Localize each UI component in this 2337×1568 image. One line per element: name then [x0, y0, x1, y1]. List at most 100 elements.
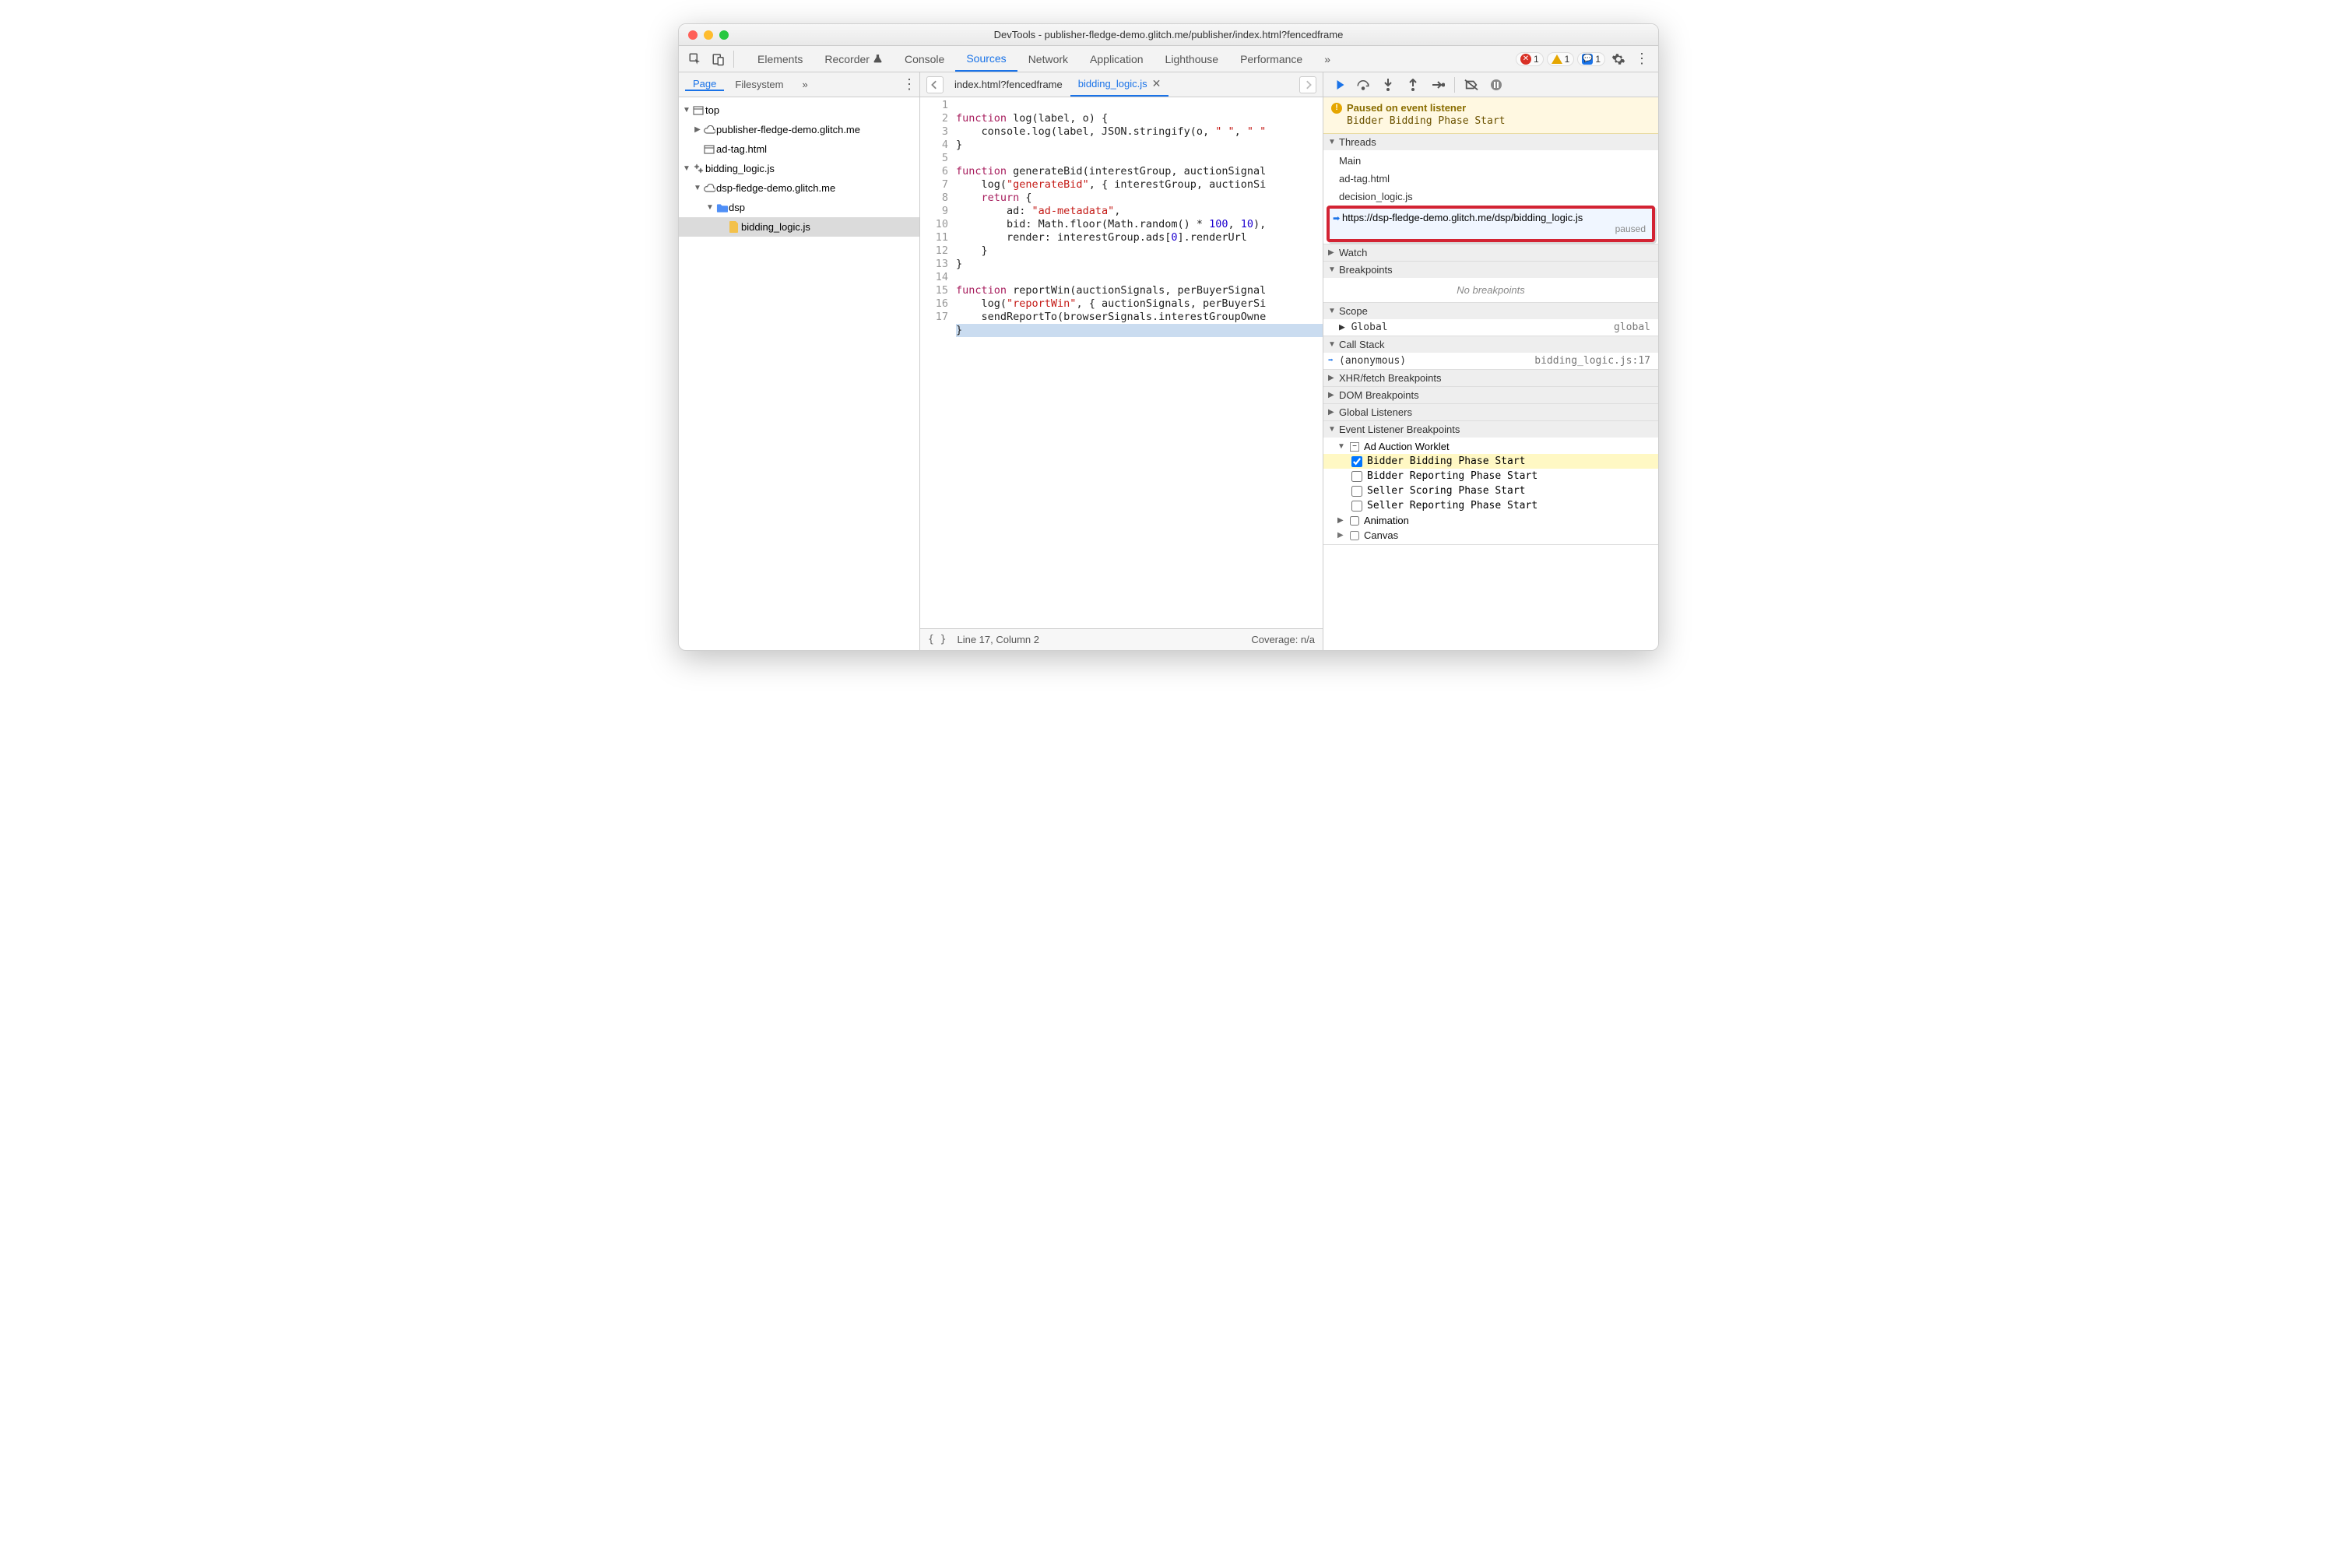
thread-adtag[interactable]: ad-tag.html: [1323, 170, 1658, 188]
thread-active-highlighted[interactable]: https://dsp-fledge-demo.glitch.me/dsp/bi…: [1327, 206, 1655, 242]
navigator-tab-page[interactable]: Page: [685, 78, 724, 91]
elb-cat-animation-checkbox[interactable]: [1350, 516, 1359, 526]
scope-global-right: global: [1614, 322, 1650, 333]
nav-forward-icon[interactable]: [1299, 76, 1316, 93]
elb-item-1[interactable]: Bidder Reporting Phase Start: [1323, 469, 1658, 483]
elb-checkbox[interactable]: [1351, 486, 1362, 497]
section-dom-bp-header[interactable]: ▶DOM Breakpoints: [1323, 387, 1658, 403]
deactivate-breakpoints-icon[interactable]: [1463, 76, 1480, 93]
issues-badge[interactable]: 💬1: [1577, 52, 1605, 66]
navigator-tabs: Page Filesystem » ⋮: [679, 72, 920, 97]
file-tab-bidding[interactable]: bidding_logic.js ✕: [1070, 72, 1169, 97]
navigator-tab-filesystem[interactable]: Filesystem: [727, 79, 791, 90]
debugger-toolbar: [1323, 72, 1658, 97]
tab-performance[interactable]: Performance: [1229, 46, 1313, 72]
elb-cat-canvas[interactable]: ▶ Canvas: [1323, 528, 1658, 543]
tree-toggle-icon[interactable]: ▶: [693, 125, 702, 134]
tree-item-2[interactable]: ad-tag.html: [679, 139, 919, 159]
thread-main[interactable]: Main: [1323, 152, 1658, 170]
window-title: DevTools - publisher-fledge-demo.glitch.…: [679, 29, 1658, 40]
step-over-icon[interactable]: [1355, 76, 1372, 93]
section-watch-title: Watch: [1339, 247, 1367, 258]
section-callstack-header[interactable]: ▼Call Stack: [1323, 336, 1658, 353]
file-tab-bidding-label: bidding_logic.js: [1078, 78, 1147, 90]
tab-sources[interactable]: Sources: [955, 46, 1017, 72]
elb-item-label: Seller Scoring Phase Start: [1367, 485, 1526, 497]
tree-item-0[interactable]: ▼top: [679, 100, 919, 120]
tree-item-4[interactable]: ▼dsp-fledge-demo.glitch.me: [679, 178, 919, 198]
pause-on-exceptions-icon[interactable]: [1488, 76, 1505, 93]
inspect-element-icon[interactable]: [684, 49, 707, 69]
section-xhr-bp-header[interactable]: ▶XHR/fetch Breakpoints: [1323, 370, 1658, 386]
tab-console[interactable]: Console: [894, 46, 955, 72]
tree-item-6[interactable]: bidding_logic.js: [679, 217, 919, 237]
section-xhr-bp-title: XHR/fetch Breakpoints: [1339, 372, 1442, 384]
elb-item-0[interactable]: Bidder Bidding Phase Start: [1323, 454, 1658, 469]
section-threads-header[interactable]: ▼Threads: [1323, 134, 1658, 150]
device-toolbar-icon[interactable]: [707, 49, 730, 69]
warnings-count: 1: [1565, 54, 1570, 65]
pause-banner: !Paused on event listener Bidder Bidding…: [1323, 97, 1658, 134]
step-out-icon[interactable]: [1404, 76, 1422, 93]
section-global-listeners-header[interactable]: ▶Global Listeners: [1323, 404, 1658, 420]
elb-item-3[interactable]: Seller Reporting Phase Start: [1323, 498, 1658, 513]
elb-item-label: Bidder Reporting Phase Start: [1367, 470, 1538, 482]
indeterminate-checkbox-icon[interactable]: −: [1350, 442, 1359, 452]
tree-toggle-icon[interactable]: ▼: [705, 203, 715, 212]
tab-network[interactable]: Network: [1017, 46, 1079, 72]
file-tab-index[interactable]: index.html?fencedframe: [947, 72, 1070, 97]
elb-item-label: Seller Reporting Phase Start: [1367, 500, 1538, 512]
nav-back-icon[interactable]: [926, 76, 944, 93]
elb-cat-canvas-checkbox[interactable]: [1350, 531, 1359, 540]
elb-cat-adauction[interactable]: ▼ − Ad Auction Worklet: [1323, 439, 1658, 454]
maximize-window-button[interactable]: [719, 30, 729, 40]
tree-item-3[interactable]: ▼bidding_logic.js: [679, 159, 919, 178]
tab-elements[interactable]: Elements: [747, 46, 814, 72]
elb-checkbox[interactable]: [1351, 456, 1362, 467]
elb-checkbox[interactable]: [1351, 471, 1362, 482]
tree-toggle-icon[interactable]: ▼: [682, 106, 691, 114]
warnings-badge[interactable]: 1: [1547, 52, 1575, 66]
errors-badge[interactable]: ✕1: [1516, 52, 1544, 66]
format-icon[interactable]: { }: [928, 634, 946, 645]
elb-checkbox[interactable]: [1351, 501, 1362, 512]
scope-global-row[interactable]: ▶ Global global: [1323, 319, 1658, 336]
elb-item-2[interactable]: Seller Scoring Phase Start: [1323, 483, 1658, 498]
tree-toggle-icon[interactable]: ▼: [682, 164, 691, 173]
code-editor[interactable]: 1234567891011121314151617 function log(l…: [920, 97, 1323, 628]
tree-item-5[interactable]: ▼dsp: [679, 198, 919, 217]
thread-active-status: paused: [1342, 223, 1646, 234]
step-icon[interactable]: [1429, 76, 1446, 93]
tab-lighthouse[interactable]: Lighthouse: [1154, 46, 1230, 72]
step-into-icon[interactable]: [1379, 76, 1397, 93]
section-breakpoints: ▼Breakpoints No breakpoints: [1323, 262, 1658, 303]
tree-toggle-icon[interactable]: ▼: [693, 184, 702, 192]
section-watch-header[interactable]: ▶Watch: [1323, 244, 1658, 261]
elb-cat-canvas-label: Canvas: [1364, 529, 1398, 541]
section-elb-header[interactable]: ▼Event Listener Breakpoints: [1323, 421, 1658, 438]
settings-icon[interactable]: [1608, 49, 1629, 69]
stack-frame-0[interactable]: ➡ (anonymous) bidding_logic.js:17: [1323, 353, 1658, 369]
issues-count: 1: [1595, 54, 1601, 65]
menu-icon[interactable]: ⋮: [1632, 49, 1652, 69]
close-window-button[interactable]: [688, 30, 698, 40]
close-tab-icon[interactable]: ✕: [1152, 77, 1161, 90]
section-scope: ▼Scope ▶ Global global: [1323, 303, 1658, 336]
resume-icon[interactable]: [1330, 76, 1347, 93]
elb-item-label: Bidder Bidding Phase Start: [1367, 455, 1526, 467]
tab-application[interactable]: Application: [1079, 46, 1154, 72]
file-tab-index-label: index.html?fencedframe: [954, 79, 1063, 90]
elb-cat-animation[interactable]: ▶ Animation: [1323, 513, 1658, 528]
tab-recorder[interactable]: Recorder: [814, 46, 894, 72]
thread-decision[interactable]: decision_logic.js: [1323, 188, 1658, 206]
tree-item-label: bidding_logic.js: [741, 221, 810, 233]
line-gutter: 1234567891011121314151617: [920, 97, 956, 628]
section-scope-header[interactable]: ▼Scope: [1323, 303, 1658, 319]
navigator-menu-icon[interactable]: ⋮: [899, 75, 919, 95]
navigator-tabs-overflow-icon[interactable]: »: [795, 79, 816, 90]
elb-cat-adauction-label: Ad Auction Worklet: [1364, 441, 1450, 452]
minimize-window-button[interactable]: [704, 30, 713, 40]
section-breakpoints-header[interactable]: ▼Breakpoints: [1323, 262, 1658, 278]
tabs-overflow-icon[interactable]: »: [1313, 46, 1341, 72]
tree-item-1[interactable]: ▶publisher-fledge-demo.glitch.me: [679, 120, 919, 139]
